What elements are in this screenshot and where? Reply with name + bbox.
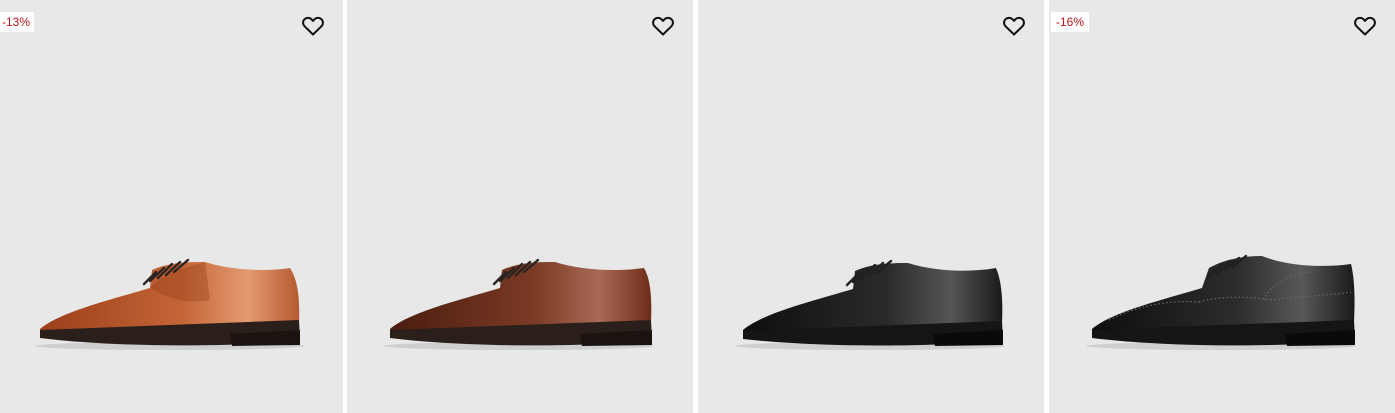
product-image[interactable] bbox=[347, 0, 693, 413]
product-card[interactable] bbox=[347, 0, 693, 413]
product-image[interactable] bbox=[1049, 0, 1395, 413]
product-grid: -13% -16% bbox=[0, 0, 1395, 413]
product-image[interactable] bbox=[698, 0, 1044, 413]
product-card[interactable]: -16% bbox=[1049, 0, 1395, 413]
product-image[interactable] bbox=[0, 0, 343, 413]
product-card[interactable] bbox=[698, 0, 1044, 413]
product-card[interactable]: -13% bbox=[0, 0, 343, 413]
